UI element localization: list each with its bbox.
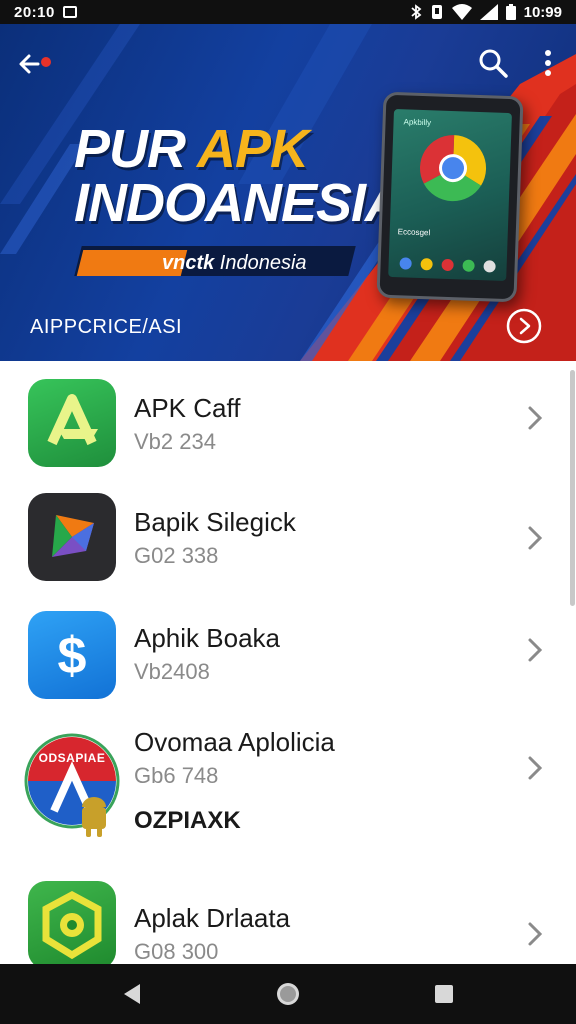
title-part: PUR	[74, 119, 198, 179]
apk-caff-icon	[28, 379, 116, 467]
notification-icon	[62, 6, 77, 18]
search-icon[interactable]	[476, 46, 510, 80]
app-version: G08 300	[134, 939, 219, 964]
banner-caption: AIPPCRICE/ASI	[30, 316, 183, 338]
navigation-bar	[0, 964, 576, 1024]
title-line-2: INDOANESIA	[74, 173, 404, 233]
app-version: Vb2 234	[134, 429, 216, 454]
list-item[interactable]: APK Caff Vb2 234	[8, 361, 568, 479]
chevron-right-icon	[528, 638, 543, 662]
chrome-logo-icon	[420, 135, 487, 202]
phone-illustration: Apkbilly Eccosgel	[376, 91, 524, 303]
title-accent: APK	[197, 119, 309, 179]
status-icons: 10:99	[410, 4, 562, 21]
bluetooth-icon	[411, 4, 422, 20]
app-version: Vb2408	[134, 659, 210, 684]
nav-back-icon[interactable]	[118, 980, 146, 1008]
dock-app-icon	[483, 260, 497, 273]
aplak-drlaata-icon	[28, 881, 116, 969]
app-list: APK Caff Vb2 234 Bapik Silegick G02 338 …	[8, 361, 568, 969]
chevron-right-icon	[528, 756, 543, 780]
app-name: Bapik Silegick	[134, 507, 296, 537]
phone-screen-title: Apkbilly	[403, 117, 432, 128]
chevron-right-icon	[528, 922, 543, 946]
list-item[interactable]: Bapik Silegick G02 338	[8, 479, 568, 597]
app-version: G02 338	[134, 543, 219, 568]
aphik-boaka-icon: $	[28, 611, 116, 699]
phone-dock	[394, 253, 501, 277]
header-banner: PUR APK INDOANESIA vnctk Indonesia Apkbi…	[0, 24, 576, 361]
ribbon-bold-text: vnctk	[162, 252, 215, 274]
list-item[interactable]: ODSAPIAE Ovomaa Aplolicia Gb6 748 OZPIAX…	[8, 711, 568, 871]
app-name: Aplak Drlaata	[134, 903, 291, 933]
list-item[interactable]: $ Aphik Boaka Vb2408	[8, 597, 568, 711]
chevron-right-icon	[528, 526, 543, 550]
android-robot-icon	[82, 797, 106, 837]
list-item[interactable]: Aplak Drlaata G08 300	[8, 871, 568, 969]
nav-recents-icon[interactable]	[430, 980, 458, 1008]
status-bar: 20:10 10:99	[0, 0, 576, 24]
status-clock: 10:99	[523, 3, 562, 21]
dock-app-icon	[420, 258, 433, 271]
wifi-icon	[451, 4, 472, 20]
vibrate-icon	[431, 5, 442, 19]
app-name: Aphik Boaka	[134, 623, 280, 653]
banner-ribbon-text: vnctk Indonesia	[162, 250, 307, 276]
phone-screen-label: Eccosgel	[397, 227, 431, 238]
bapik-silegick-icon	[28, 493, 116, 581]
status-time: 20:10	[14, 3, 55, 21]
svg-text:$: $	[58, 627, 87, 685]
phone-screen: Apkbilly Eccosgel	[388, 108, 512, 282]
nav-home-icon[interactable]	[274, 980, 302, 1008]
dock-app-icon	[441, 258, 454, 272]
back-arrow-icon[interactable]	[16, 48, 52, 80]
dock-app-icon	[462, 259, 475, 272]
dock-app-icon	[399, 257, 412, 270]
app-version: Gb6 748	[134, 763, 219, 788]
ovomaa-aplolicia-icon: ODSAPIAE	[24, 727, 120, 839]
app-name: Ovomaa Aplolicia	[134, 727, 335, 757]
more-vert-icon[interactable]	[534, 46, 562, 80]
scrollbar[interactable]	[570, 370, 575, 606]
battery-icon	[505, 4, 516, 20]
signal-icon	[479, 4, 498, 20]
play-circle-icon[interactable]	[504, 306, 544, 346]
app-name: APK Caff	[134, 393, 241, 423]
ribbon-text: Indonesia	[214, 252, 307, 274]
app-publisher: OZPIAXK	[134, 807, 241, 834]
chevron-right-icon	[528, 406, 543, 430]
banner-title: PUR APK INDOANESIA	[74, 119, 404, 230]
icon-badge-text: ODSAPIAE	[38, 751, 106, 765]
